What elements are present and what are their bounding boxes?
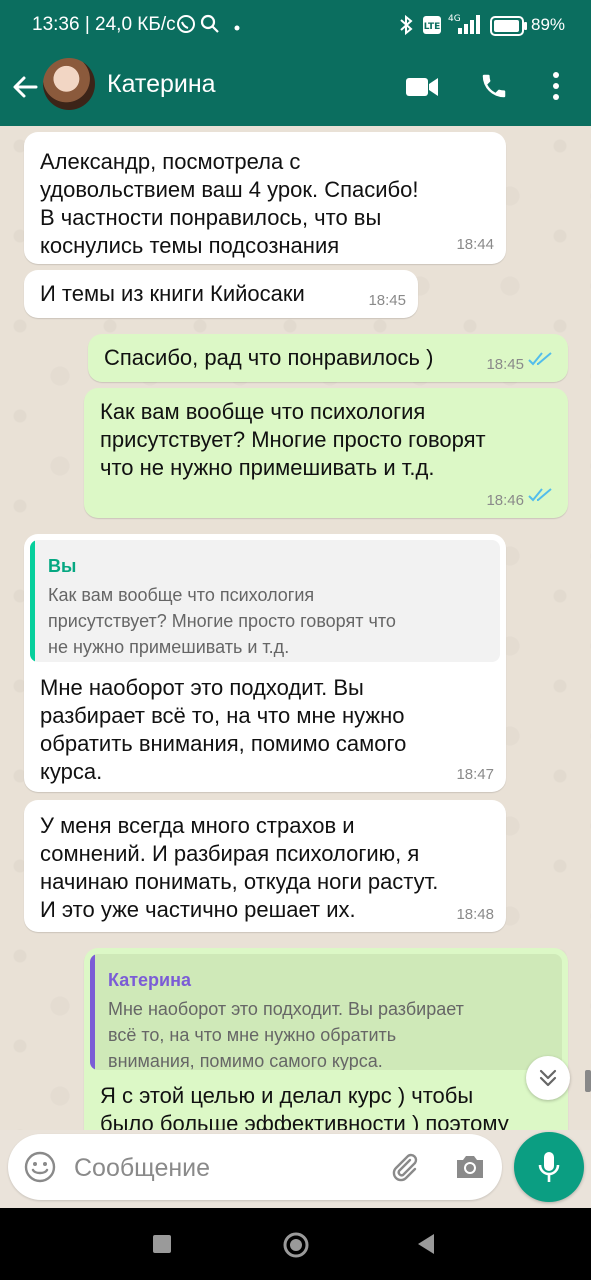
message-time: 18:45 [486, 356, 524, 373]
svg-text:4G: 4G [448, 14, 461, 24]
emoji-icon[interactable] [24, 1151, 56, 1188]
home-icon[interactable] [282, 1231, 310, 1264]
quoted-message[interactable]: Вы Как вам вообще что психология присутс… [30, 540, 500, 662]
more-vert-icon[interactable] [550, 71, 562, 106]
notification-dot-icon [234, 18, 240, 36]
message-outgoing[interactable]: Спасибо, рад что понравилось ) 18:45 [88, 334, 568, 382]
svg-text:LTE: LTE [424, 22, 441, 32]
message-text: И темы из книги Кийосаки [40, 281, 305, 306]
quote-author: Катерина [108, 970, 191, 990]
quoted-message[interactable]: Катерина Мне наоборот это подходит. Вы р… [90, 954, 562, 1070]
message-incoming[interactable]: Александр, посмотрела с удовольствием ва… [24, 132, 506, 264]
signal-icon: 4G [446, 12, 482, 41]
message-time: 18:45 [368, 292, 406, 309]
chat-area[interactable]: Александр, посмотрела с удовольствием ва… [0, 126, 591, 1130]
avatar[interactable] [43, 58, 95, 110]
message-input[interactable] [72, 1146, 376, 1190]
message-time: 18:44 [456, 236, 494, 253]
bluetooth-icon [397, 14, 415, 41]
chat-header: Катерина [0, 52, 591, 126]
search-notification-icon [200, 14, 220, 39]
scroll-to-bottom-button[interactable] [526, 1056, 570, 1100]
message-time: 18:48 [456, 906, 494, 923]
camera-icon[interactable] [454, 1152, 486, 1187]
mic-icon [537, 1150, 561, 1189]
message-incoming[interactable]: У меня всегда много страхов и сомнений. … [24, 800, 506, 932]
volte-icon: LTE [422, 14, 442, 41]
message-outgoing-reply[interactable]: Катерина Мне наоборот это подходит. Вы р… [84, 948, 568, 1130]
message-text: Я с этой целью и делал курс ) чтобы было… [100, 1083, 509, 1130]
message-outgoing[interactable]: Как вам вообще что психология присутству… [84, 388, 568, 518]
status-bar: 13:36 | 24,0 КБ/с LTE 4G 89% [0, 0, 591, 52]
quote-bar [90, 954, 95, 1070]
message-incoming[interactable]: И темы из книги Кийосаки 18:45 [24, 270, 418, 318]
battery-percent: 89% [531, 15, 566, 34]
message-composer [8, 1134, 502, 1200]
message-text: Мне наоборот это подходит. Вы разбирает … [40, 675, 407, 784]
phone-icon[interactable] [479, 71, 509, 106]
message-text: Как вам вообще что психология присутству… [100, 399, 486, 480]
message-text: У меня всегда много страхов и сомнений. … [40, 813, 439, 922]
attach-icon[interactable] [388, 1151, 420, 1188]
read-ticks-icon [528, 482, 554, 510]
recents-icon[interactable] [152, 1234, 172, 1259]
message-incoming-reply[interactable]: Вы Как вам вообще что психология присутс… [24, 534, 506, 792]
message-text: Спасибо, рад что понравилось ) [104, 345, 434, 370]
whatsapp-notification-icon [176, 14, 196, 39]
quote-text: Как вам вообще что психология присутству… [48, 585, 396, 657]
quote-author: Вы [48, 556, 77, 576]
status-time: 13:36 | 24,0 КБ/с [32, 14, 176, 35]
back-arrow-icon[interactable] [10, 72, 40, 107]
contact-name[interactable]: Катерина [107, 70, 216, 99]
battery-icon [490, 16, 528, 41]
message-text: Александр, посмотрела с удовольствием ва… [40, 149, 419, 258]
quote-bar [30, 540, 35, 662]
read-ticks-icon [528, 346, 554, 374]
scrollbar-thumb[interactable] [585, 1070, 591, 1092]
system-navigation-bar [0, 1208, 591, 1280]
double-chevron-down-icon [537, 1066, 559, 1095]
video-call-icon[interactable] [405, 74, 439, 105]
voice-message-button[interactable] [514, 1132, 584, 1202]
back-nav-icon[interactable] [416, 1233, 436, 1260]
message-time: 18:47 [456, 766, 494, 783]
message-time: 18:46 [486, 492, 524, 509]
quote-text: Мне наоборот это подходит. Вы разбирает … [108, 999, 464, 1070]
